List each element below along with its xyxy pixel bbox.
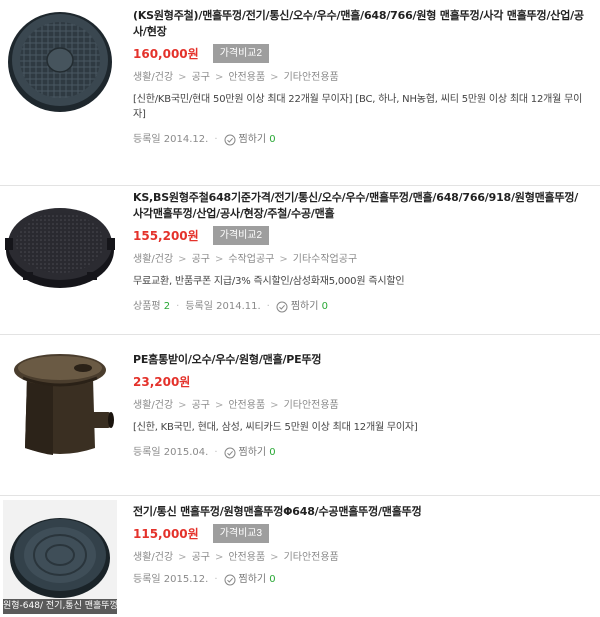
register-date: 등록일 2015.04. <box>133 447 209 458</box>
check-circle-icon <box>224 574 235 586</box>
zzim-label: 찜하기 <box>238 134 267 145</box>
zzim-count: 0 <box>269 447 276 458</box>
register-date: 등록일 2015.12. <box>133 574 209 585</box>
product-title[interactable]: 전기/통신 맨홀뚜껑/원형맨홀뚜껑Φ648/수공맨홀뚜껑/맨홀뚜껑 <box>133 504 588 520</box>
register-date: 등록일 2014.12. <box>133 134 209 145</box>
manhole-cover-image <box>3 500 117 614</box>
category-level-4[interactable]: 기타안전용품 <box>284 400 339 411</box>
category-level-2[interactable]: 공구 <box>192 552 210 563</box>
item-meta: 등록일 2014.12. · 찜하기 0 <box>133 133 276 147</box>
zzim-button[interactable]: 찜하기 0 <box>224 446 276 460</box>
category-level-1[interactable]: 생활/건강 <box>133 254 173 265</box>
manhole-cover-image <box>5 208 115 288</box>
reviews-label[interactable]: 상품평 <box>133 300 161 314</box>
category-level-3[interactable]: 수작업공구 <box>228 254 274 265</box>
zzim-button[interactable]: 찜하기 0 <box>224 133 276 147</box>
product-price: 160,000원 <box>133 46 199 61</box>
product-thumbnail[interactable] <box>3 4 117 118</box>
zzim-button[interactable]: 찜하기 0 <box>224 573 276 587</box>
promo-text: 무료교환, 반품쿠폰 지급/3% 즉시할인/삼성화재5,000원 즉시할인 <box>133 276 405 287</box>
item-meta: 등록일 2015.04. · 찜하기 0 <box>133 446 276 460</box>
category-level-1[interactable]: 생활/건강 <box>133 72 173 83</box>
promo-text: [신한/KB국민/현대 50만원 이상 최대 22개월 무이자] [BC, 하나… <box>133 94 583 120</box>
zzim-count: 0 <box>269 134 276 145</box>
zzim-count: 0 <box>321 301 329 312</box>
thumbnail-caption: 원형-648/ 전기,통신 맨홀뚜껑 <box>3 599 117 614</box>
product-thumbnail[interactable]: 원형-648/ 전기,통신 맨홀뚜껑 <box>3 500 117 614</box>
reviews-count[interactable]: 2 <box>164 300 170 314</box>
product-price: 115,000원 <box>133 526 199 541</box>
promo-text: [신한, KB국민, 현대, 삼성, 씨티카드 5만원 이상 최대 12개월 무… <box>133 422 418 433</box>
zzim-count: 0 <box>269 574 276 585</box>
category-path: 생활/건강 > 공구 > 안전용품 > 기타안전용품 <box>133 552 339 563</box>
price-compare-button[interactable]: 가격비교2 <box>212 43 270 63</box>
manhole-cover-image <box>8 12 112 112</box>
category-level-4[interactable]: 기타안전용품 <box>284 552 339 563</box>
price-compare-button[interactable]: 가격비교2 <box>212 225 270 245</box>
pe-catch-basin-image <box>14 354 114 455</box>
product-title[interactable]: PE홈통받이/오수/우수/원형/맨홀/PE뚜껑 <box>133 352 588 368</box>
zzim-button[interactable]: 찜하기 0 <box>276 300 328 314</box>
product-price: 155,200원 <box>133 228 199 243</box>
category-level-2[interactable]: 공구 <box>192 400 210 411</box>
category-level-3[interactable]: 안전용품 <box>228 400 265 411</box>
check-circle-icon <box>224 447 235 459</box>
category-path: 생활/건강 > 공구 > 안전용품 > 기타안전용품 <box>133 400 339 411</box>
category-level-4[interactable]: 기타안전용품 <box>284 72 339 83</box>
register-date: 등록일 2014.11. <box>185 301 261 312</box>
category-level-1[interactable]: 생활/건강 <box>133 552 173 563</box>
list-item: (KS원형주철)/맨홀뚜껑/전기/통신/오수/우수/맨홀/648/766/원형 … <box>0 0 600 185</box>
category-level-3[interactable]: 안전용품 <box>228 552 265 563</box>
item-meta: 등록일 2015.12. · 찜하기 0 <box>133 573 276 587</box>
check-circle-icon <box>276 301 288 313</box>
item-meta: 상품평 2 · 등록일 2014.11. · 찜하기 0 <box>133 300 329 314</box>
zzim-label: 찜하기 <box>238 574 267 585</box>
product-thumbnail[interactable] <box>3 186 117 300</box>
check-circle-icon <box>224 134 235 146</box>
product-thumbnail[interactable] <box>3 348 117 462</box>
category-path: 생활/건강 > 공구 > 수작업공구 > 기타수작업공구 <box>133 254 358 265</box>
list-item: 원형-648/ 전기,통신 맨홀뚜껑 전기/통신 맨홀뚜껑/원형맨홀뚜껑Φ648… <box>0 496 600 617</box>
product-title[interactable]: (KS원형주철)/맨홀뚜껑/전기/통신/오수/우수/맨홀/648/766/원형 … <box>133 8 588 40</box>
zzim-label: 찜하기 <box>238 447 267 458</box>
category-level-2[interactable]: 공구 <box>192 254 210 265</box>
product-title[interactable]: KS,BS원형주철648기준가격/전기/통신/오수/우수/맨홀뚜껑/맨홀/648… <box>133 190 588 222</box>
product-price: 23,200원 <box>133 374 191 389</box>
category-path: 생활/건강 > 공구 > 안전용품 > 기타안전용품 <box>133 72 339 83</box>
zzim-label: 찜하기 <box>290 301 319 312</box>
category-level-3[interactable]: 안전용품 <box>228 72 265 83</box>
price-compare-button[interactable]: 가격비교3 <box>212 523 270 543</box>
category-level-4[interactable]: 기타수작업공구 <box>293 254 357 265</box>
list-item: KS,BS원형주철648기준가격/전기/통신/오수/우수/맨홀뚜껑/맨홀/648… <box>0 186 600 334</box>
list-item: PE홈통받이/오수/우수/원형/맨홀/PE뚜껑 23,200원 생활/건강 > 공구… <box>0 335 600 495</box>
category-level-1[interactable]: 생활/건강 <box>133 400 173 411</box>
category-level-2[interactable]: 공구 <box>192 72 210 83</box>
